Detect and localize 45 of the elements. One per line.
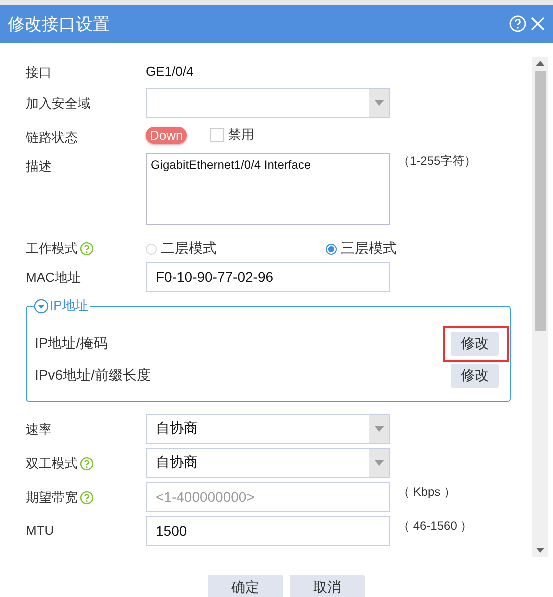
select-field[interactable]: 自协商: [146, 448, 390, 478]
scrollbar[interactable]: [532, 57, 548, 557]
dialog-button[interactable]: 取消: [290, 575, 365, 597]
scroll-up-icon[interactable]: [536, 61, 544, 66]
group-title: IP地址: [50, 297, 88, 315]
field-label: 接口: [26, 64, 52, 82]
radio-button[interactable]: [326, 244, 337, 254]
close-icon[interactable]: [529, 15, 547, 33]
dropdown-icon: [374, 460, 384, 466]
help-icon[interactable]: [80, 242, 94, 256]
edit-button[interactable]: 修改: [451, 364, 499, 388]
field-label: 描述: [26, 158, 52, 176]
dropdown-icon: [374, 100, 384, 106]
dialog-button[interactable]: 确定: [208, 575, 283, 597]
select-field[interactable]: [146, 88, 390, 118]
help-icon[interactable]: [80, 457, 94, 471]
field-hint: （ Kbps ）: [398, 484, 456, 501]
field-label: 加入安全域: [26, 95, 91, 113]
input-field[interactable]: F0-10-90-77-02-96: [146, 262, 390, 292]
dropdown-icon: [374, 426, 384, 432]
radio-label: 三层模式: [341, 240, 397, 258]
field-label: IP地址/掩码: [35, 335, 108, 353]
field-label: MAC地址: [26, 269, 81, 287]
field-hint: （1-255字符）: [398, 153, 477, 170]
edit-button[interactable]: 修改: [451, 332, 499, 356]
status-badge: Down: [146, 127, 188, 144]
field-label: MTU: [26, 523, 54, 538]
field-hint: （ 46-1560 ）: [398, 518, 473, 535]
checkbox[interactable]: [210, 128, 224, 142]
field-label: 双工模式: [26, 455, 78, 473]
description-field[interactable]: GigabitEthernet1/0/4 Interface: [146, 153, 390, 225]
input-field[interactable]: 1500: [146, 516, 390, 546]
scroll-down-icon[interactable]: [536, 548, 544, 553]
checkbox-label: 禁用: [228, 126, 254, 144]
field-label: 速率: [26, 421, 52, 439]
window-title: 修改接口设置: [8, 14, 111, 36]
collapse-icon[interactable]: [34, 298, 49, 314]
field-label: IPv6地址/前缀长度: [35, 367, 151, 385]
field-value: GE1/0/4: [146, 63, 194, 79]
field-label: 工作模式: [26, 240, 78, 258]
help-icon[interactable]: [80, 491, 94, 505]
field-label: 期望带宽: [26, 489, 78, 507]
select-field[interactable]: 自协商: [146, 414, 390, 444]
field-label: 链路状态: [26, 129, 78, 147]
radio-label: 二层模式: [161, 240, 217, 258]
